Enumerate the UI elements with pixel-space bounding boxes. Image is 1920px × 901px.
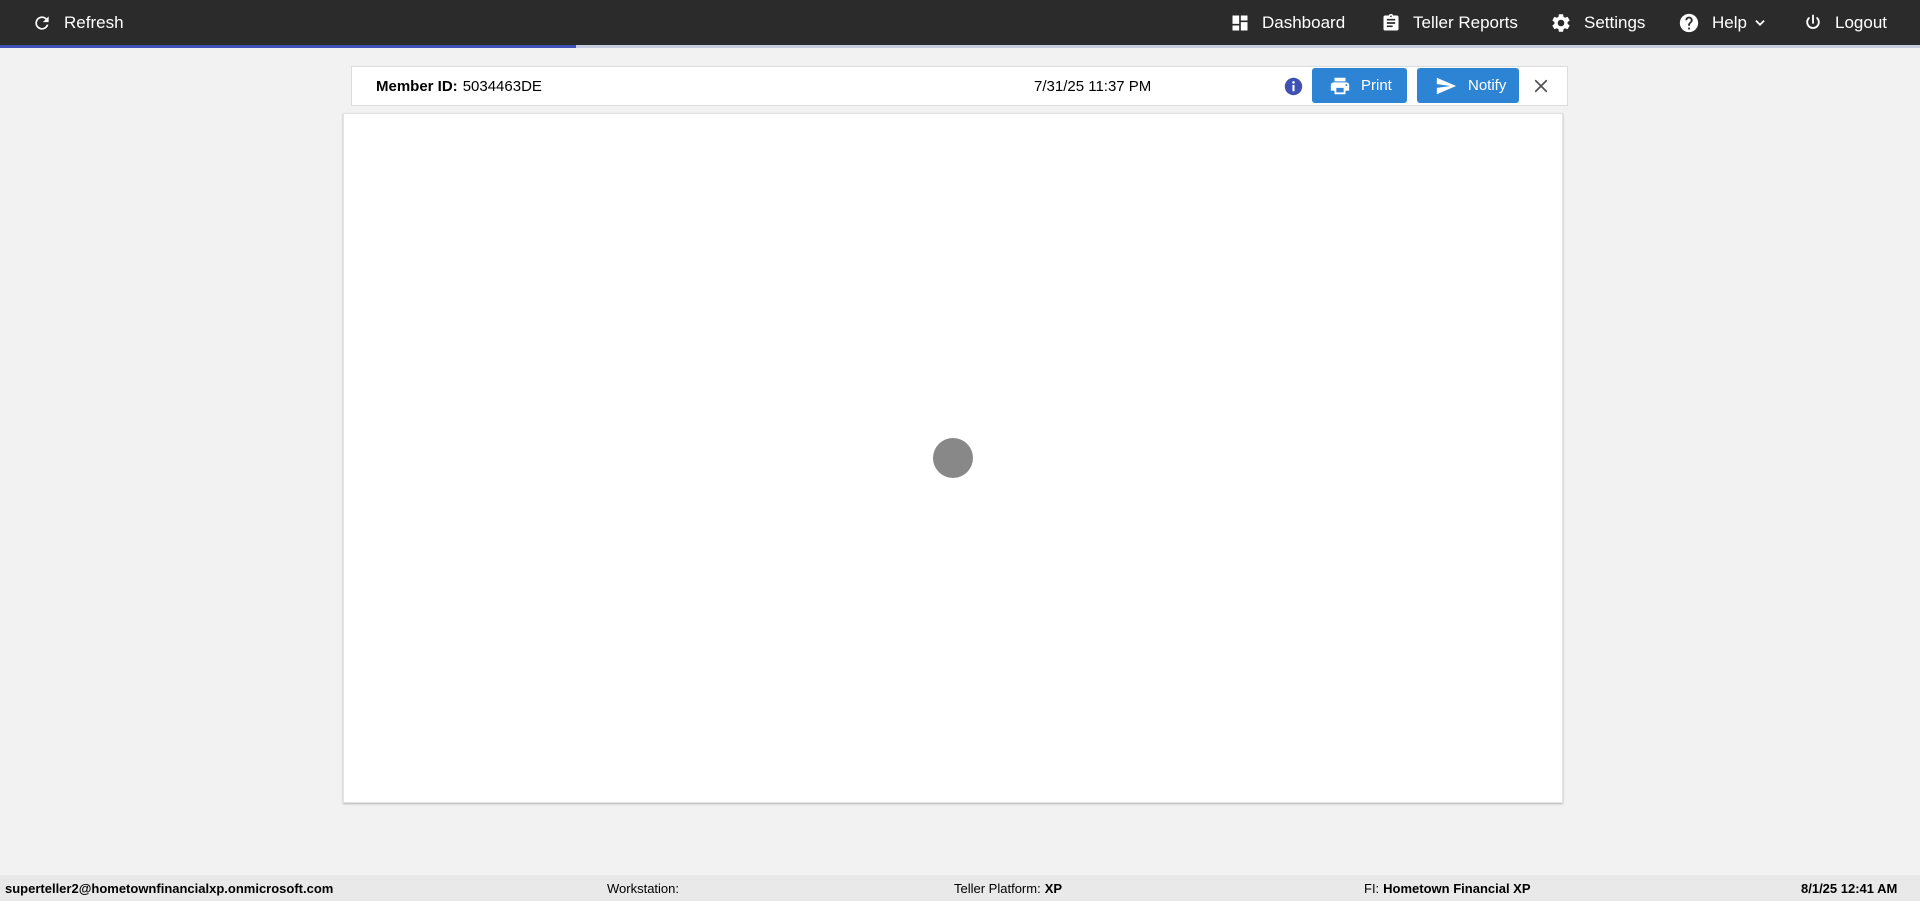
footer-fi: FI: Hometown Financial XP: [1364, 875, 1531, 901]
footer-fi-value: Hometown Financial XP: [1383, 880, 1531, 896]
teller-reports-label: Teller Reports: [1413, 12, 1518, 32]
footer-user-email: superteller2@hometownfinancialxp.onmicro…: [5, 880, 334, 896]
footer-fi-label: FI:: [1364, 880, 1380, 896]
send-icon: [1434, 75, 1458, 97]
notify-label: Notify: [1468, 77, 1507, 94]
clipboard-icon: [1381, 13, 1401, 33]
dashboard-icon: [1230, 13, 1250, 33]
refresh-icon: [32, 13, 52, 33]
top-navigation-bar: Refresh Dashboard Teller Reports Setting…: [0, 0, 1920, 45]
loading-progress-bar: [0, 45, 1920, 48]
print-label: Print: [1361, 77, 1392, 94]
footer-user: superteller2@hometownfinancialxp.onmicro…: [5, 875, 333, 901]
settings-label: Settings: [1584, 12, 1646, 32]
receipt-timestamp: 7/31/25 11:37 PM: [1034, 77, 1152, 95]
footer-datetime: 8/1/25 12:41 AM: [1801, 875, 1897, 901]
member-id-label: Member ID:: [376, 77, 458, 95]
dashboard-button[interactable]: Dashboard: [1230, 0, 1345, 45]
close-icon[interactable]: [1532, 77, 1550, 95]
footer-datetime-value: 8/1/25 12:41 AM: [1801, 880, 1898, 896]
footer-workstation-label: Workstation:: [607, 880, 680, 896]
power-icon: [1803, 13, 1823, 33]
refresh-button[interactable]: Refresh: [32, 0, 124, 45]
logout-button[interactable]: Logout: [1803, 0, 1887, 45]
loading-progress-fill: [0, 45, 576, 48]
info-icon[interactable]: [1284, 77, 1303, 96]
help-circle-icon: [1678, 12, 1700, 34]
printer-icon: [1329, 75, 1351, 97]
gear-icon: [1550, 12, 1572, 34]
logout-label: Logout: [1835, 12, 1887, 32]
notify-button[interactable]: Notify: [1417, 68, 1519, 103]
chevron-down-icon: [1753, 16, 1767, 30]
receipt-header: Member ID: 5034463DE 7/31/25 11:37 PM Pr…: [351, 66, 1568, 106]
settings-button[interactable]: Settings: [1550, 0, 1645, 45]
footer-platform-label: Teller Platform:: [954, 880, 1041, 896]
receipt-content-panel: [343, 113, 1563, 803]
teller-reports-button[interactable]: Teller Reports: [1381, 0, 1518, 45]
footer-teller-platform: Teller Platform: XP: [954, 875, 1062, 901]
dashboard-label: Dashboard: [1262, 12, 1346, 32]
status-footer: superteller2@hometownfinancialxp.onmicro…: [0, 875, 1920, 901]
print-button[interactable]: Print: [1312, 68, 1407, 103]
member-id: Member ID: 5034463DE: [376, 67, 542, 105]
loading-spinner: [933, 438, 973, 478]
member-id-value: 5034463DE: [462, 77, 542, 95]
refresh-label: Refresh: [64, 12, 124, 32]
help-label: Help: [1712, 12, 1747, 32]
footer-workstation: Workstation:: [607, 875, 683, 901]
footer-platform-value: XP: [1044, 880, 1063, 896]
help-menu-button[interactable]: Help: [1678, 0, 1767, 45]
